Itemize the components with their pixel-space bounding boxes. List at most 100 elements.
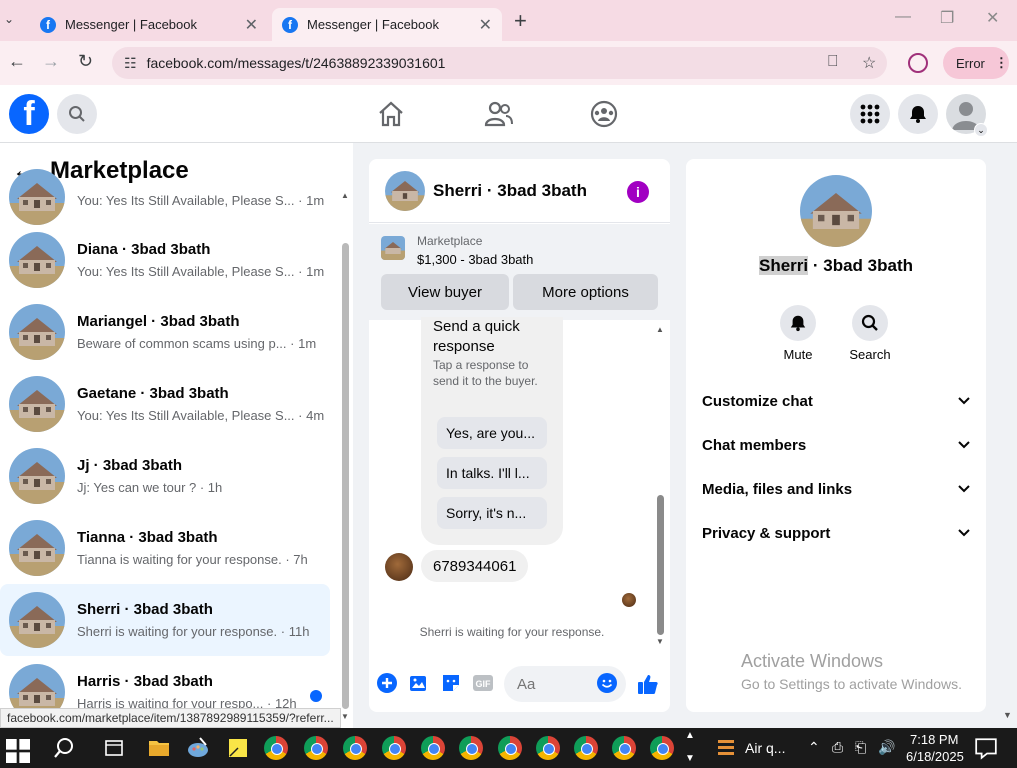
groups-icon[interactable] <box>590 100 618 128</box>
facebook-logo-icon[interactable]: f <box>9 94 49 134</box>
chat-members-section[interactable]: Chat members <box>702 429 970 461</box>
task-view-icon[interactable] <box>102 736 126 760</box>
section-label: Privacy & support <box>702 524 831 542</box>
taskbar-scroll-up-icon[interactable]: ▲ <box>685 730 695 741</box>
scroll-down-icon[interactable]: ▼ <box>656 637 664 646</box>
meet-now-icon[interactable]: ⎙ <box>832 739 843 756</box>
scroll-up-icon[interactable]: ▲ <box>656 325 664 334</box>
clock-date[interactable]: 6/18/2025 <box>906 749 964 764</box>
chrome-taskbar-icon[interactable] <box>650 736 674 760</box>
listing-price[interactable]: $1,300 - 3bad 3bath <box>417 252 533 267</box>
quick-response-option[interactable]: Sorry, it's n... <box>437 497 547 529</box>
message-bubble[interactable]: 6789344061 <box>421 550 529 582</box>
chrome-taskbar-icon[interactable] <box>574 736 598 760</box>
quick-response-option[interactable]: In talks. I'll l... <box>437 457 547 489</box>
more-options-button[interactable]: More options <box>513 274 658 310</box>
bookmark-star-icon[interactable]: ☆ <box>862 53 876 73</box>
clock-time[interactable]: 7:18 PM <box>910 732 958 747</box>
search-in-chat-button[interactable]: Search <box>840 305 900 362</box>
network-icon[interactable]: ⎗ <box>855 739 866 756</box>
privacy-support-section[interactable]: Privacy & support <box>702 517 970 549</box>
notification-center-icon[interactable] <box>974 736 998 760</box>
install-app-icon[interactable]: ⎕ <box>828 53 838 71</box>
air-quality-icon[interactable] <box>714 736 738 760</box>
photo-icon[interactable] <box>409 673 429 693</box>
close-tab-icon[interactable]: ✕ <box>479 15 492 35</box>
quick-response-option[interactable]: Yes, are you... <box>437 417 547 449</box>
browser-tab-2[interactable]: f Messenger | Facebook ✕ <box>272 8 502 41</box>
paint-app-icon[interactable] <box>186 736 210 760</box>
taskbar-scroll-down-icon[interactable]: ▼ <box>685 753 695 764</box>
sidebar-scrollbar[interactable]: ▲ ▼ <box>340 191 350 721</box>
like-thumb-icon[interactable] <box>637 673 659 695</box>
chrome-taskbar-icon[interactable] <box>304 736 328 760</box>
file-explorer-icon[interactable] <box>147 736 171 760</box>
media-files-links-section[interactable]: Media, files and links <box>702 473 970 505</box>
info-icon[interactable]: i <box>627 181 649 203</box>
error-button[interactable]: Error ⋮ <box>943 47 1009 79</box>
chat-scrollbar[interactable]: ▲ ▼ <box>656 325 666 647</box>
account-chevron-icon[interactable]: ⌄ <box>974 123 988 137</box>
minimize-icon[interactable]: — <box>895 8 911 26</box>
sticky-notes-icon[interactable] <box>226 736 250 760</box>
buyer-avatar[interactable] <box>385 553 413 581</box>
back-icon[interactable]: ← <box>8 51 26 72</box>
volume-icon[interactable]: 🔊 <box>878 739 895 756</box>
emoji-icon[interactable] <box>597 673 617 693</box>
chrome-taskbar-icon[interactable] <box>612 736 636 760</box>
close-tab-icon[interactable]: ✕ <box>245 15 258 35</box>
chrome-taskbar-icon[interactable] <box>382 736 406 760</box>
new-tab-button[interactable]: + <box>514 8 527 34</box>
scroll-thumb[interactable] <box>342 243 349 709</box>
chrome-taskbar-icon[interactable] <box>343 736 367 760</box>
conversation-item-selected[interactable]: Sherri · 3bad 3bath Sherri is waiting fo… <box>0 584 330 656</box>
reload-icon[interactable]: ↻ <box>78 51 93 72</box>
chrome-taskbar-icon[interactable] <box>536 736 560 760</box>
forward-icon[interactable]: → <box>42 51 60 72</box>
site-settings-icon[interactable]: ☷ <box>124 55 137 72</box>
windows-start-icon[interactable] <box>6 739 30 763</box>
home-icon[interactable] <box>377 100 405 128</box>
profile-icon[interactable] <box>908 53 928 73</box>
scroll-up-icon[interactable]: ▲ <box>341 191 349 200</box>
customize-chat-section[interactable]: Customize chat <box>702 385 970 417</box>
browser-tab-1[interactable]: f Messenger | Facebook ✕ <box>30 8 268 41</box>
conversation-item[interactable]: Diana · 3bad 3bath You: Yes Its Still Av… <box>0 224 330 296</box>
air-quality-label[interactable]: Air q... <box>745 740 785 756</box>
conversation-item[interactable]: You: Yes Its Still Available, Please S..… <box>0 161 330 233</box>
notifications-button[interactable] <box>898 94 938 134</box>
add-circle-icon[interactable] <box>377 673 397 693</box>
scroll-thumb[interactable] <box>657 495 664 635</box>
listing-thumbnail[interactable] <box>381 236 405 260</box>
conversation-item[interactable]: Mariangel · 3bad 3bath Beware of common … <box>0 296 330 368</box>
restore-icon[interactable]: ❐ <box>940 8 954 28</box>
page-scroll-down-icon[interactable]: ▼ <box>1003 710 1012 720</box>
scroll-down-icon[interactable]: ▼ <box>341 712 349 721</box>
view-buyer-button[interactable]: View buyer <box>381 274 509 310</box>
friends-icon[interactable] <box>484 100 514 128</box>
gif-icon[interactable]: GIF <box>472 673 494 693</box>
chat-header[interactable]: Sherri · 3bad 3bath i <box>369 159 670 223</box>
listing-thumbnail <box>9 169 65 225</box>
tab-title: Messenger | Facebook <box>307 17 439 32</box>
chrome-taskbar-icon[interactable] <box>498 736 522 760</box>
conversation-item[interactable]: Jj · 3bad 3bath Jj: Yes can we tour ? · … <box>0 440 330 512</box>
watermark-title: Activate Windows <box>741 651 884 671</box>
show-hidden-icons-icon[interactable]: ⌃ <box>808 739 820 756</box>
conversation-snippet: Beware of common scams using p... · 1m <box>77 336 317 351</box>
taskbar-search-icon[interactable] <box>52 736 76 760</box>
conversation-item[interactable]: Gaetane · 3bad 3bath You: Yes Its Still … <box>0 368 330 440</box>
quick-response-card: Send a quick response Tap a response to … <box>421 317 563 545</box>
chrome-taskbar-icon[interactable] <box>459 736 483 760</box>
tab-search-icon[interactable]: ⌄ <box>4 12 14 26</box>
sticker-icon[interactable] <box>441 673 461 693</box>
close-window-icon[interactable]: ✕ <box>986 8 999 28</box>
address-bar[interactable]: ☷ facebook.com/messages/t/24638892339031… <box>112 47 887 79</box>
menu-button[interactable] <box>850 94 890 134</box>
search-button[interactable] <box>57 94 97 134</box>
conversation-item[interactable]: Tianna · 3bad 3bath Tianna is waiting fo… <box>0 512 330 584</box>
kebab-menu-icon[interactable]: ⋮ <box>995 55 1008 71</box>
chrome-taskbar-icon[interactable] <box>264 736 288 760</box>
chrome-taskbar-icon[interactable] <box>421 736 445 760</box>
mute-button[interactable]: Mute <box>768 305 828 362</box>
